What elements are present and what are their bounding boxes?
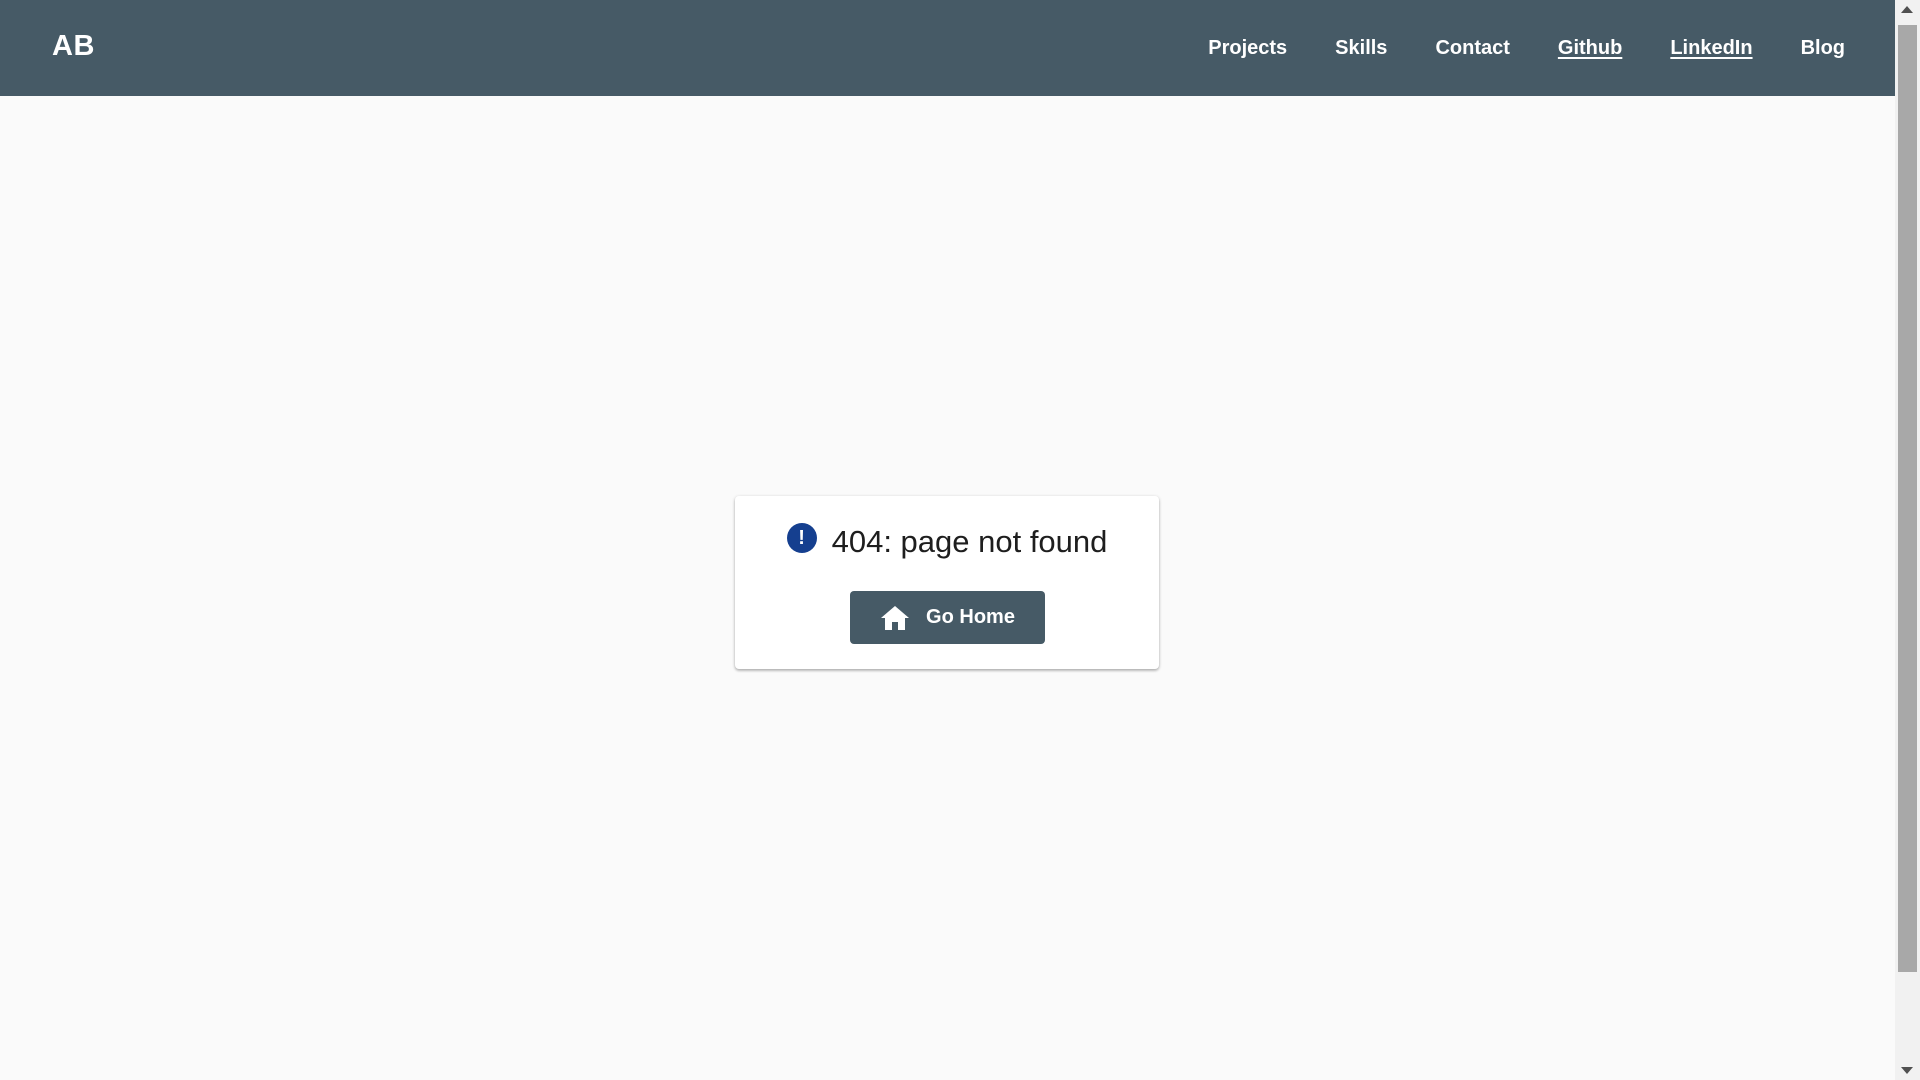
page: AB Projects Skills Contact Github Linked… (0, 0, 1920, 1080)
nav-link-blog[interactable]: Blog (1801, 37, 1845, 60)
navbar: AB Projects Skills Contact Github Linked… (0, 0, 1895, 96)
home-icon (881, 605, 910, 630)
nav-link-contact[interactable]: Contact (1435, 37, 1509, 60)
nav-link-projects[interactable]: Projects (1208, 37, 1287, 60)
exclamation-circle-icon: ! (786, 523, 817, 553)
nav-links: Projects Skills Contact Github LinkedIn … (1160, 0, 1845, 96)
error-card: ! 404: page not found Go Home (735, 496, 1159, 669)
go-home-button[interactable]: Go Home (850, 591, 1045, 644)
nav-link-github[interactable]: Github (1558, 37, 1622, 60)
nav-link-skills[interactable]: Skills (1335, 37, 1387, 60)
scrollbar-thumb[interactable] (1898, 25, 1917, 972)
scroll-down-arrow-icon[interactable] (1901, 1067, 1913, 1074)
brand-logo[interactable]: AB (52, 30, 95, 63)
go-home-label: Go Home (926, 606, 1015, 628)
nav-link-linkedin[interactable]: LinkedIn (1670, 37, 1752, 60)
error-title-row: ! 404: page not found (735, 523, 1159, 560)
vertical-scrollbar[interactable] (1895, 0, 1920, 1080)
scroll-up-arrow-icon[interactable] (1901, 6, 1913, 13)
error-title: 404: page not found (831, 524, 1108, 559)
